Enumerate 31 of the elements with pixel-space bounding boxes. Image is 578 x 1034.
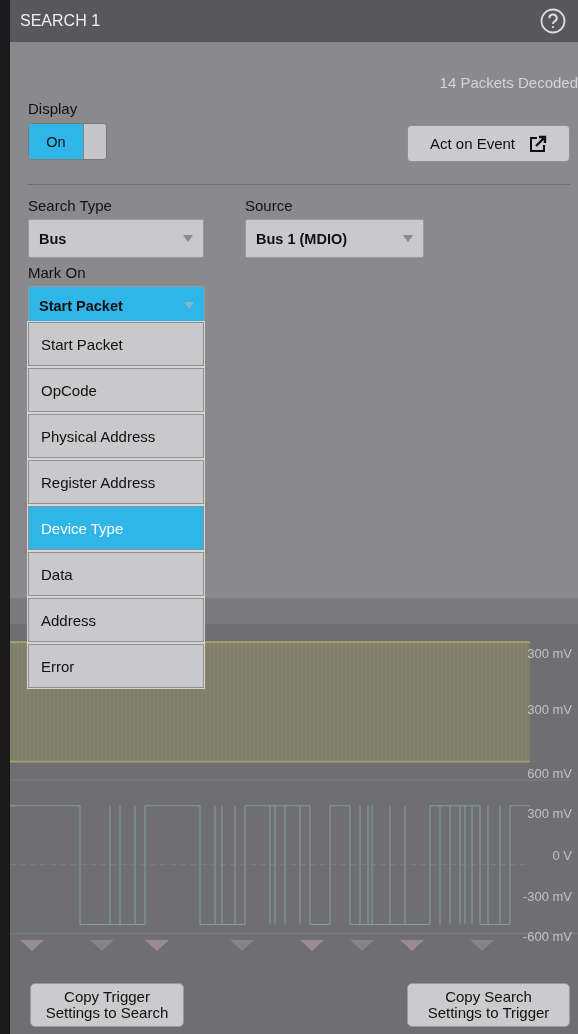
axis-label: 600 mV [527,766,572,781]
field-label: Mark On [28,264,87,281]
act-on-event-button[interactable]: Act on Event [407,125,570,162]
panel-title: SEARCH 1 [20,12,101,30]
dropdown-field[interactable]: Bus [28,219,204,258]
caret-icon [183,235,193,242]
axis-label: 300 mV [527,702,572,717]
field-label: Source [245,197,294,214]
copy-settings-button[interactable]: Copy Trigger Settings to Search [30,982,184,1027]
display-label: Display [28,100,79,117]
dropdown-field[interactable]: Bus 1 (MDIO) [245,219,424,258]
caret-icon [403,235,413,242]
menu-option[interactable]: Data [28,552,204,596]
external-link-icon [529,134,548,153]
help-icon[interactable] [540,8,566,34]
axis-label: -600 mV [522,929,572,944]
menu-option[interactable]: OpCode [28,368,204,412]
copy-settings-button[interactable]: Copy Search Settings to Trigger [407,982,570,1027]
axis-label: 0 V [552,848,572,863]
axis-label: 300 mV [527,806,572,821]
caret-icon [184,302,194,309]
menu-option[interactable]: Physical Address [28,414,204,458]
status-text: 14 Packets Decoded [439,74,578,91]
menu-option[interactable]: Address [28,598,204,642]
display-toggle[interactable]: On [28,123,107,160]
menu-option[interactable]: Error [28,644,204,688]
menu-option[interactable]: Register Address [28,460,204,504]
menu-option[interactable]: Start Packet [28,322,204,366]
axis-label: -300 mV [522,889,572,904]
axis-label: 300 mV [527,646,572,661]
field-label: Search Type [28,197,113,214]
